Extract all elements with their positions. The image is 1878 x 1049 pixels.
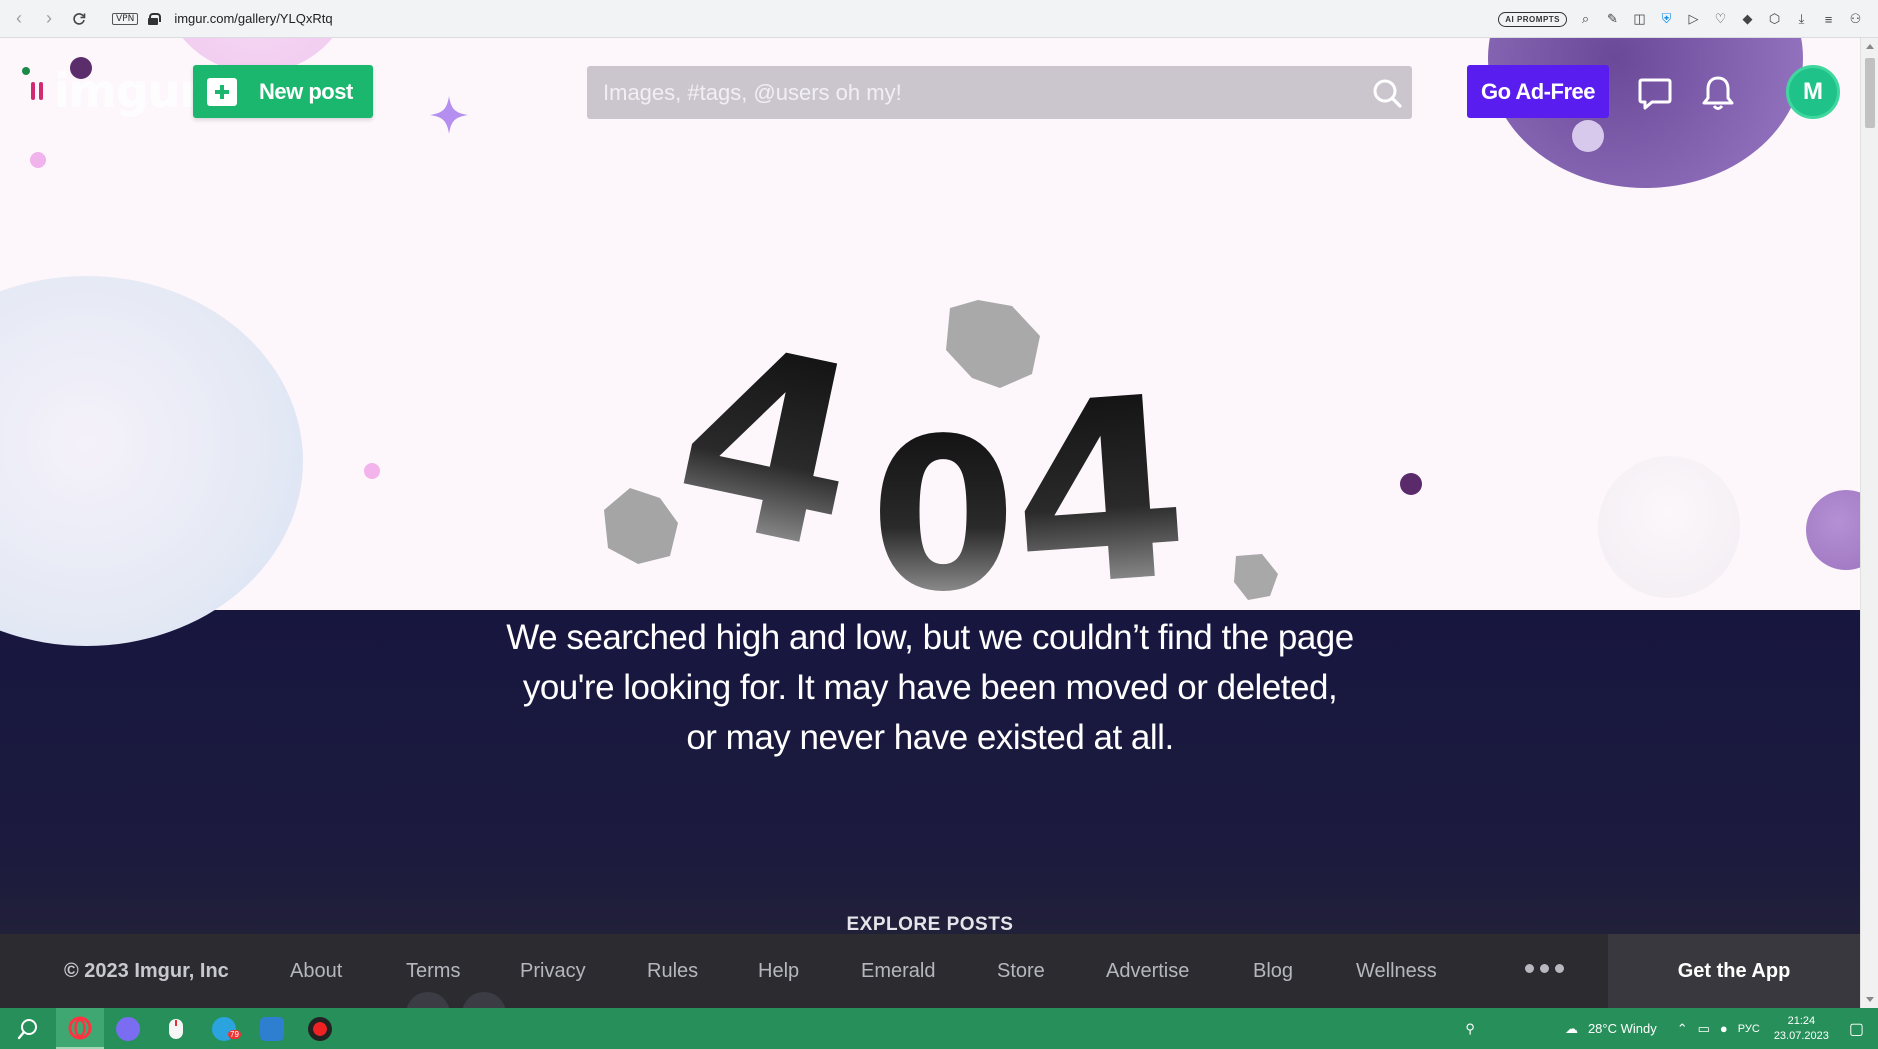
plus-icon (207, 77, 237, 106)
cube-icon[interactable]: ⬡ (1766, 11, 1783, 28)
more-options-icon[interactable] (1525, 964, 1564, 973)
sparkle-icon (430, 96, 468, 134)
heart-icon[interactable]: ♡ (1712, 11, 1729, 28)
digit-four-left: 4 (654, 286, 885, 607)
footer-social-icon[interactable] (462, 992, 506, 1008)
windows-taskbar: 79 ⚲ ☁ 28°C Windy ⌃ ▭ ● РУС 21:24 23.07.… (0, 1008, 1878, 1049)
digit-zero: 0 (870, 393, 1016, 628)
clock-date: 23.07.2023 (1773, 1029, 1829, 1042)
extension-icon[interactable]: ◆ (1739, 11, 1756, 28)
error-message: We searched high and low, but we couldn’… (430, 613, 1430, 763)
error-message-line: you're looking for. It may have been mov… (522, 668, 1338, 707)
send-icon[interactable]: ▷ (1685, 11, 1702, 28)
menu-icon[interactable]: ≡ (1820, 11, 1837, 28)
footer-link-advertise[interactable]: Advertise (1106, 960, 1189, 983)
decor-bubble (1806, 490, 1860, 570)
clock[interactable]: 21:24 23.07.2023 (1774, 1014, 1829, 1044)
clock-time: 21:24 (1787, 1014, 1816, 1027)
telegram-badge: 79 (228, 1030, 241, 1039)
page-scrollbar[interactable] (1860, 38, 1878, 1008)
notification-bell-icon[interactable] (1697, 72, 1739, 114)
decor-dot (1572, 120, 1604, 152)
get-the-app-button[interactable]: Get the App (1608, 934, 1860, 1008)
mouse-app-icon[interactable] (152, 1008, 200, 1049)
new-post-button[interactable]: New post (193, 65, 373, 118)
ai-prompts-button[interactable]: AI PROMPTS (1498, 11, 1567, 27)
back-icon[interactable]: ‹ (4, 4, 34, 34)
footer-link-help[interactable]: Help (758, 960, 799, 983)
zoom-icon[interactable]: ⌕ (1577, 11, 1594, 28)
scrollbar-thumb[interactable] (1865, 58, 1875, 128)
vpn-app-icon[interactable] (248, 1008, 296, 1049)
profile-icon[interactable]: ⚇ (1847, 11, 1864, 28)
people-icon[interactable]: ⚲ (1465, 1021, 1475, 1037)
scroll-up-icon[interactable] (1866, 44, 1874, 49)
chat-icon[interactable] (1634, 72, 1676, 114)
telegram-icon[interactable]: 79 (200, 1008, 248, 1049)
vpn-badge[interactable]: VPN (112, 12, 139, 25)
extension-toolbar: AI PROMPTS ⌕ ✎ ◫ ⛨ ▷ ♡ ◆ ⬡ ⤓ ≡ ⚇ (1498, 0, 1864, 38)
lock-icon[interactable] (148, 12, 162, 25)
camera-icon[interactable]: ◫ (1631, 11, 1648, 28)
footer-link-emerald[interactable]: Emerald (861, 960, 935, 983)
reload-icon[interactable] (64, 4, 94, 34)
go-ad-free-button[interactable]: Go Ad-Free (1467, 65, 1609, 118)
footer-link-terms[interactable]: Terms (406, 960, 460, 983)
digit-four-right: 4 (1002, 342, 1196, 628)
scroll-down-icon[interactable] (1866, 997, 1874, 1002)
rock-shape (1234, 554, 1278, 600)
logo-text: imgur (54, 64, 202, 118)
opera-browser-icon[interactable] (56, 1008, 104, 1049)
decor-dot (1400, 473, 1422, 495)
decor-bubble (1598, 456, 1740, 598)
notification-center-icon[interactable]: ▢ (1849, 1019, 1864, 1039)
footer-link-store[interactable]: Store (997, 960, 1045, 983)
logo-mark-icon (31, 82, 43, 100)
footer-social-icon[interactable] (406, 992, 450, 1008)
footer-link-wellness[interactable]: Wellness (1356, 960, 1437, 983)
tray-expand-icon[interactable]: ⌃ (1677, 1021, 1688, 1037)
taskbar-search-icon[interactable] (0, 1008, 56, 1049)
error-message-line: We searched high and low, but we couldn’… (506, 618, 1354, 657)
decor-dot (30, 152, 46, 168)
weather-icon[interactable]: ☁ (1565, 1021, 1578, 1037)
browser-toolbar: ‹ › VPN imgur.com/gallery/YLQxRtq AI PRO… (0, 0, 1878, 38)
site-footer: © 2023 Imgur, Inc About Terms Privacy Ru… (0, 934, 1860, 1008)
footer-copyright: © 2023 Imgur, Inc (64, 959, 229, 982)
weather-text[interactable]: 28°C Windy (1588, 1021, 1657, 1036)
search-bar (587, 66, 1412, 119)
footer-link-about[interactable]: About (290, 960, 342, 983)
page: imgur New post Go Ad-Free M 4 0 (0, 38, 1860, 1008)
download-icon[interactable]: ⤓ (1793, 11, 1810, 28)
footer-link-blog[interactable]: Blog (1253, 960, 1293, 983)
footer-link-rules[interactable]: Rules (647, 960, 698, 983)
network-icon[interactable]: ▭ (1698, 1021, 1710, 1037)
app-red-icon[interactable] (296, 1008, 344, 1049)
imgur-logo[interactable]: imgur (28, 64, 202, 118)
address-bar[interactable]: imgur.com/gallery/YLQxRtq (174, 11, 332, 26)
shield-icon[interactable]: ⛨ (1658, 11, 1675, 28)
error-404-graphic: 4 0 4 (604, 286, 1278, 628)
new-post-label: New post (259, 78, 353, 104)
user-avatar[interactable]: M (1786, 65, 1840, 119)
decor-dot (364, 463, 380, 479)
discord-icon[interactable] (104, 1008, 152, 1049)
language-indicator[interactable]: РУС (1738, 1023, 1760, 1035)
error-message-line: or may never have existed at all. (686, 718, 1174, 757)
explore-posts-heading: EXPLORE POSTS (846, 914, 1014, 934)
search-icon[interactable] (1362, 66, 1412, 119)
footer-link-privacy[interactable]: Privacy (520, 960, 586, 983)
decor-bubble (0, 276, 303, 646)
forward-icon[interactable]: › (34, 4, 64, 34)
microphone-icon[interactable]: ● (1720, 1021, 1728, 1036)
edit-icon[interactable]: ✎ (1604, 11, 1621, 28)
system-tray: ⚲ ☁ 28°C Windy ⌃ ▭ ● РУС 21:24 23.07.202… (1465, 1008, 1878, 1049)
search-input[interactable] (587, 66, 1362, 119)
